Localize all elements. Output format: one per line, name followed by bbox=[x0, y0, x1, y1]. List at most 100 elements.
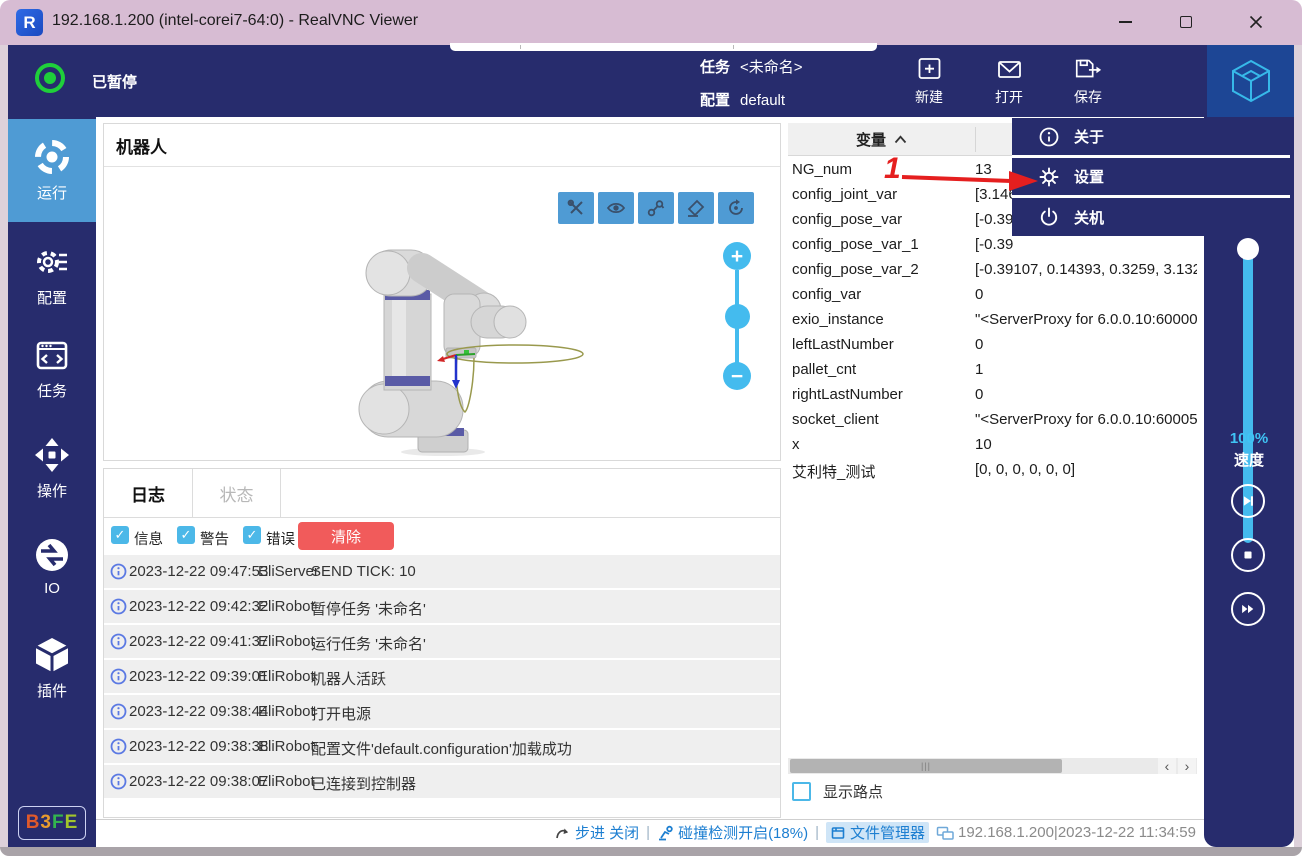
log-row[interactable]: 2023-12-22 09:38:38 EliRobot 配置文件'defaul… bbox=[104, 730, 780, 763]
close-button[interactable] bbox=[1233, 0, 1279, 44]
robot-panel-title: 机器人 bbox=[116, 133, 167, 158]
path-button[interactable] bbox=[638, 192, 674, 224]
zoom-out-button[interactable]: − bbox=[723, 362, 751, 390]
tools-icon bbox=[566, 198, 586, 218]
info-icon bbox=[110, 773, 127, 795]
tab-status[interactable]: 状态 bbox=[193, 469, 281, 517]
menu-item-shutdown[interactable]: 关机 bbox=[1012, 198, 1290, 236]
reset-view-icon bbox=[726, 198, 746, 218]
variable-row[interactable]: exio_instance"<ServerProxy for 6.0.0.10:… bbox=[788, 308, 1197, 333]
scroll-right-button[interactable]: › bbox=[1178, 758, 1196, 774]
sidebar-item-label: 配置 bbox=[37, 287, 67, 308]
sidebar-item-plugin[interactable]: 插件 bbox=[8, 625, 96, 717]
variable-row[interactable]: config_var0 bbox=[788, 283, 1197, 308]
info-icon bbox=[110, 738, 127, 760]
filter-warning-label: 警告 bbox=[200, 528, 229, 549]
skip-forward-icon bbox=[1238, 491, 1258, 511]
jog-arrows-icon bbox=[32, 435, 72, 475]
filter-info-checkbox[interactable]: ✓ bbox=[111, 526, 129, 544]
variable-name: config_pose_var_1 bbox=[792, 236, 919, 253]
brand-cube-icon bbox=[1228, 58, 1274, 104]
variable-value: [-0.39 bbox=[975, 211, 1013, 228]
maximize-icon bbox=[1180, 16, 1192, 28]
menu-item-about[interactable]: 关于 bbox=[1012, 118, 1290, 158]
new-task-button[interactable]: 新建 bbox=[898, 49, 960, 113]
task-meta: 任务<未命名> bbox=[700, 56, 803, 77]
log-row[interactable]: 2023-12-22 09:47:53 EliServer SEND TICK:… bbox=[104, 555, 780, 588]
variable-value: 0 bbox=[975, 286, 983, 303]
variable-row[interactable]: socket_client"<ServerProxy for 6.0.0.10:… bbox=[788, 408, 1197, 433]
separator: | bbox=[646, 824, 650, 841]
step-forward-button[interactable] bbox=[1231, 484, 1265, 518]
save-task-button[interactable]: 保存 bbox=[1057, 49, 1119, 113]
sidebar-item-run[interactable]: 运行 bbox=[8, 119, 96, 222]
stop-button[interactable] bbox=[1231, 538, 1265, 572]
sidebar-item-label: 操作 bbox=[37, 480, 67, 501]
file-manager-button[interactable]: 文件管理器 bbox=[826, 822, 929, 843]
sidebar-item-jog[interactable]: 操作 bbox=[8, 425, 96, 517]
config-value: default bbox=[740, 92, 785, 109]
log-row[interactable]: 2023-12-22 09:38:07 EliRobot 已连接到控制器 bbox=[104, 765, 780, 798]
collision-icon bbox=[657, 824, 674, 841]
variable-row[interactable]: x10 bbox=[788, 433, 1197, 458]
zoom-in-button[interactable]: + bbox=[723, 242, 751, 270]
log-source: EliRobot bbox=[258, 633, 315, 650]
variable-row[interactable]: pallet_cnt1 bbox=[788, 358, 1197, 383]
variable-value: [-0.39 bbox=[975, 236, 1013, 253]
sidebar-item-io[interactable]: IO bbox=[8, 525, 96, 617]
tab-log[interactable]: 日志 bbox=[104, 469, 193, 517]
speed-label: 速度 bbox=[1204, 449, 1294, 470]
robot-status-text: 已暂停 bbox=[92, 71, 137, 92]
horizontal-scrollbar[interactable]: ||| ‹ › bbox=[788, 758, 1197, 774]
stop-icon bbox=[1238, 545, 1258, 565]
sidebar-item-label: 任务 bbox=[37, 380, 67, 401]
visibility-button[interactable] bbox=[598, 192, 634, 224]
collision-detection-status[interactable]: 碰撞检测开启(18%) bbox=[657, 822, 808, 843]
variables-title: 变量 bbox=[856, 129, 886, 150]
variable-value: 1 bbox=[975, 361, 983, 378]
filter-error-checkbox[interactable]: ✓ bbox=[243, 526, 261, 544]
variable-name: exio_instance bbox=[792, 311, 884, 328]
minimize-icon bbox=[1119, 21, 1132, 23]
badge-letter: B bbox=[26, 812, 41, 834]
window-frame-right bbox=[1294, 45, 1302, 847]
sidebar-item-label: IO bbox=[44, 580, 60, 597]
log-message: 运行任务 '未命名' bbox=[311, 633, 426, 654]
minimize-button[interactable] bbox=[1102, 0, 1148, 44]
variable-row[interactable]: leftLastNumber0 bbox=[788, 333, 1197, 358]
variable-row[interactable]: config_pose_var_1 [-0.39 bbox=[788, 233, 1197, 258]
log-row[interactable]: 2023-12-22 09:42:32 EliRobot 暂停任务 '未命名' bbox=[104, 590, 780, 623]
system-menu: 关于 设置 关机 bbox=[1012, 118, 1290, 236]
log-row[interactable]: 2023-12-22 09:41:37 EliRobot 运行任务 '未命名' bbox=[104, 625, 780, 658]
menu-item-settings[interactable]: 设置 bbox=[1012, 158, 1290, 198]
variable-row[interactable]: rightLastNumber0 bbox=[788, 383, 1197, 408]
info-icon bbox=[1038, 126, 1060, 148]
tools-button[interactable] bbox=[558, 192, 594, 224]
log-row[interactable]: 2023-12-22 09:38:44 EliRobot 打开电源 bbox=[104, 695, 780, 728]
step-mode-status[interactable]: 步进 关闭 bbox=[555, 822, 639, 843]
open-task-button[interactable]: 打开 bbox=[978, 49, 1040, 113]
show-waypoints-option[interactable]: 显示路点 bbox=[792, 781, 883, 802]
speed-percent: 100% bbox=[1204, 430, 1294, 447]
clear-log-button[interactable]: 清除 bbox=[298, 522, 394, 550]
robot-3d-view[interactable] bbox=[344, 236, 704, 456]
vnc-toolbar-strip[interactable] bbox=[450, 43, 877, 51]
filter-warning-checkbox[interactable]: ✓ bbox=[177, 526, 195, 544]
scrollbar-thumb[interactable]: ||| bbox=[790, 759, 1062, 773]
variable-row[interactable]: config_pose_var_2[-0.39107, 0.14393, 0.3… bbox=[788, 258, 1197, 283]
sidebar-item-task[interactable]: 任务 bbox=[8, 325, 96, 417]
log-row[interactable]: 2023-12-22 09:39:01 EliRobot 机器人活跃 bbox=[104, 660, 780, 693]
maximize-button[interactable] bbox=[1163, 0, 1209, 44]
speed-slider-thumb[interactable] bbox=[1237, 238, 1259, 260]
erase-button[interactable] bbox=[678, 192, 714, 224]
brand-logo-box[interactable] bbox=[1207, 45, 1294, 117]
scroll-left-button[interactable]: ‹ bbox=[1158, 758, 1176, 774]
fast-forward-button[interactable] bbox=[1231, 592, 1265, 626]
zoom-slider-thumb[interactable] bbox=[725, 304, 750, 329]
sidebar-item-config[interactable]: 配置 bbox=[8, 232, 96, 324]
show-waypoints-checkbox[interactable] bbox=[792, 782, 811, 801]
variable-row[interactable]: 艾利特_测试[0, 0, 0, 0, 0, 0] bbox=[788, 458, 1197, 483]
reset-view-button[interactable] bbox=[718, 192, 754, 224]
log-time: 2023-12-22 09:38:38 bbox=[129, 738, 268, 755]
variable-name: leftLastNumber bbox=[792, 336, 894, 353]
